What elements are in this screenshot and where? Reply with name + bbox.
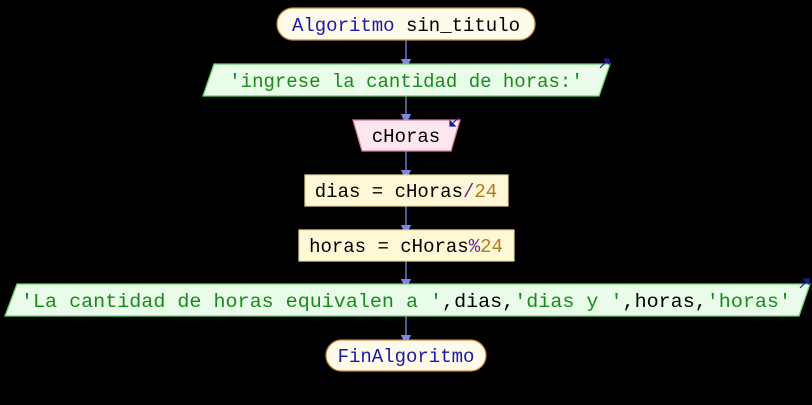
process-1-operator: / [463,181,474,203]
flowchart-canvas: Algoritmo sin_titulo 'ingrese la cantida… [0,0,812,405]
process-2-operator: % [469,236,481,258]
output-2-var-horas: horas [635,291,695,313]
start-keyword: Algoritmo [292,15,395,37]
start-label: Algoritmo sin_titulo [292,15,520,37]
process-2-lhs: horas = cHoras [309,236,469,258]
output-2-comma-2: , [502,291,514,313]
process-2-text: horas = cHoras%24 [309,236,503,258]
output-2-comma-4: , [695,291,707,313]
start-algorithm-name: sin_titulo [395,15,520,37]
process-1-lhs: dias = cHoras [315,181,463,203]
process-node-1: dias = cHoras/24 [304,174,509,207]
output-2-string-2: 'dias y ' [514,291,622,313]
process-1-text: dias = cHoras/24 [315,181,497,203]
input-var-text: cHoras [372,126,440,148]
end-keyword: FinAlgoritmo [338,346,475,368]
output-2-comma-3: , [623,291,635,313]
input-node: cHoras [352,116,461,152]
process-node-2: horas = cHoras%24 [298,229,515,262]
output-node-1: 'ingrese la cantidad de horas:' [202,58,611,97]
output-node-2: 'La cantidad de horas equivalen a ' ,dias… [4,278,811,317]
output-2-var-dias: dias [454,291,502,313]
flowchart-svg: Algoritmo sin_titulo 'ingrese la cantida… [4,7,811,372]
output-2-string-1: 'La cantidad de horas equivalen a ' [21,291,442,313]
output-2-text: 'La cantidad de horas equivalen a ' ,dias… [21,291,791,313]
end-node: FinAlgoritmo [325,339,487,372]
output-2-string-3: 'horas' [707,291,791,313]
start-node: Algoritmo sin_titulo [276,7,536,41]
output-1-text: 'ingrese la cantidad de horas:' [229,71,582,93]
process-1-number: 24 [474,181,497,203]
output-2-comma-1: , [442,291,454,313]
process-2-number: 24 [480,236,503,258]
